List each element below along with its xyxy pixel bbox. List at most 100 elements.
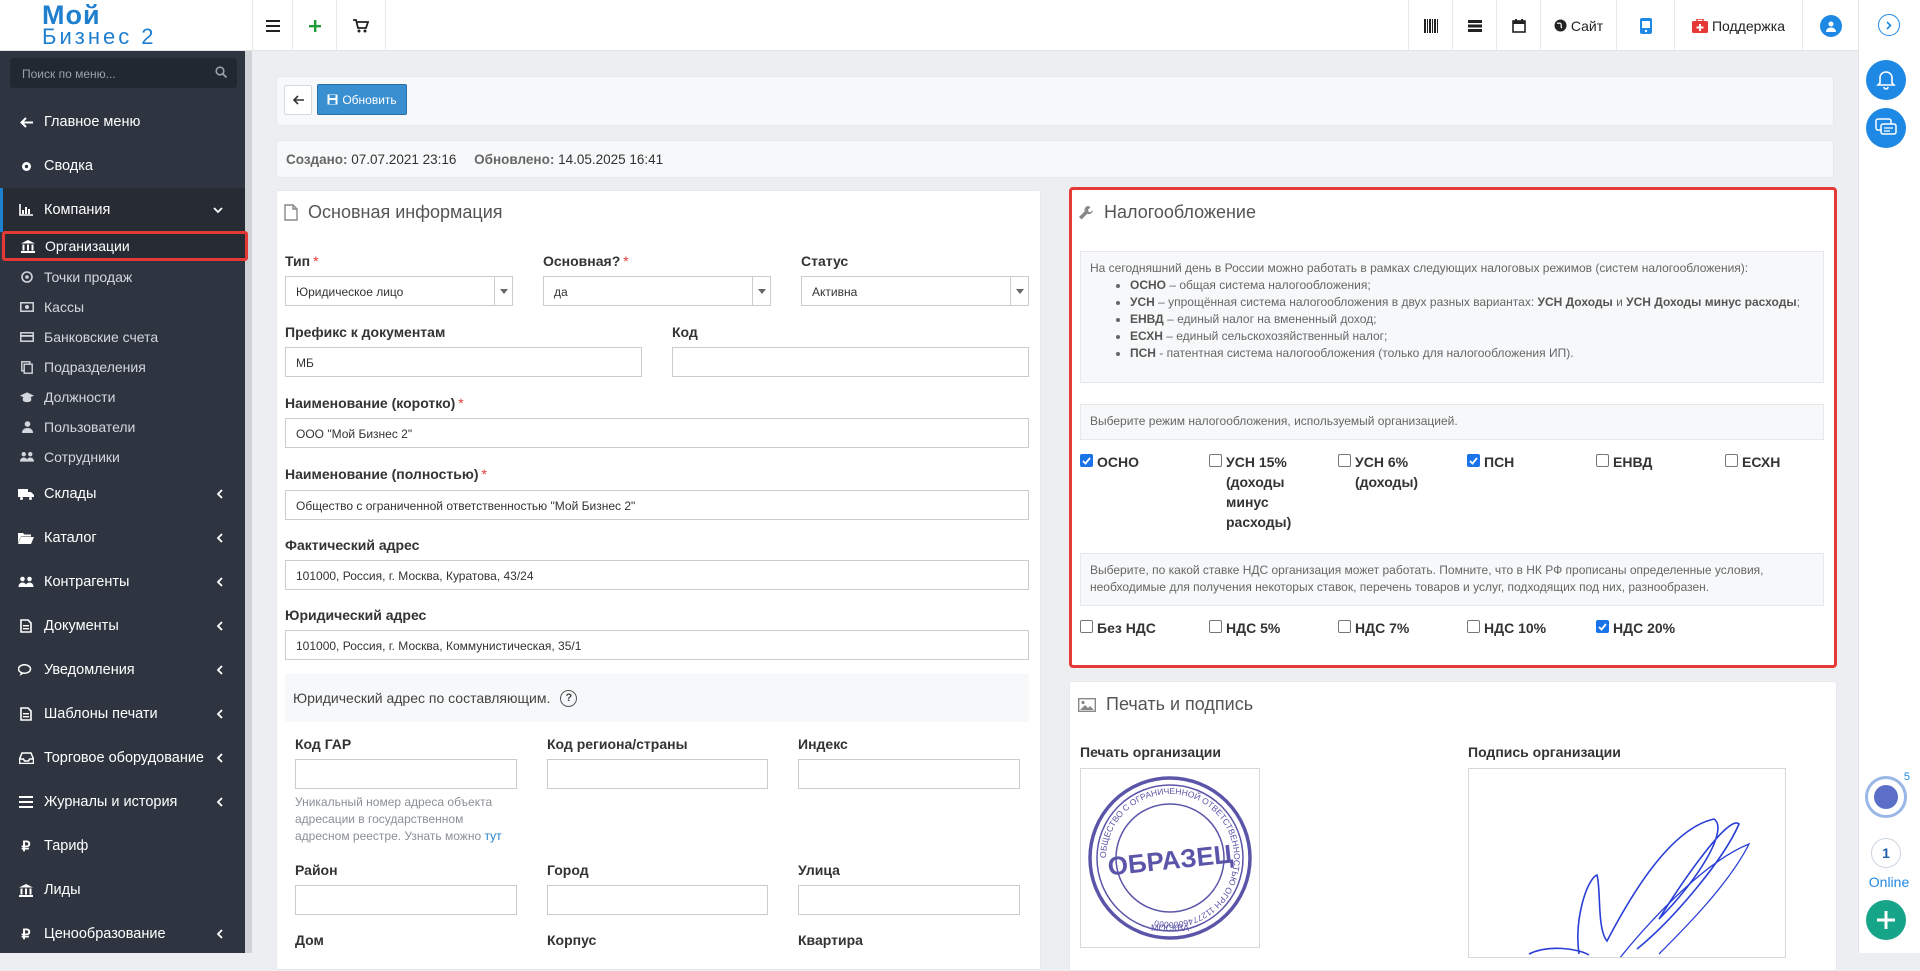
sidebar-subitem-sales-points[interactable]: Точки продаж [0, 262, 245, 292]
hamburger-icon [265, 19, 280, 32]
sidebar-item-journals-history[interactable]: Журналы и история [0, 780, 245, 824]
site-link[interactable]: Сайт [1540, 0, 1616, 51]
vat-10-checkbox[interactable]: НДС 10% [1467, 618, 1577, 638]
cart-icon [353, 18, 369, 32]
file-icon [284, 204, 298, 221]
sidebar-item-main-menu[interactable]: Главное меню [0, 100, 245, 144]
notifications-bell-button[interactable] [1866, 60, 1906, 100]
inbox-icon [18, 752, 34, 764]
checkbox-empty-icon [1596, 454, 1609, 467]
sidebar-item-summary[interactable]: Сводка [0, 144, 245, 188]
checkbox-empty-icon [1467, 620, 1480, 633]
sidebar-subitem-users[interactable]: Пользователи [0, 412, 245, 442]
stamp-image[interactable]: ОБЩЕСТВО С ОГРАНИЧЕННОЙ ОТВЕТСТВЕННОСТЬЮ… [1080, 768, 1260, 948]
gar-input[interactable] [295, 759, 517, 789]
short-name-input[interactable]: ООО "Мой Бизнес 2" [285, 418, 1029, 448]
phone-app-icon [1639, 17, 1652, 34]
vat-7-checkbox[interactable]: НДС 7% [1338, 618, 1448, 638]
regime-osno-checkbox[interactable]: ОСНО [1080, 452, 1190, 472]
help-icon[interactable]: ? [560, 689, 578, 707]
sidebar-item-company[interactable]: Компания [0, 188, 245, 232]
region-label: Код региона/страны [547, 736, 688, 752]
chevron-left-icon [216, 753, 223, 763]
vat-none-checkbox[interactable]: Без НДС [1080, 618, 1190, 638]
sidebar-subitem-departments[interactable]: Подразделения [0, 352, 245, 382]
online-label: Online [1868, 874, 1910, 890]
address-components-header: Юридический адрес по составляющим. ? [285, 674, 1029, 722]
cart-button[interactable] [336, 0, 386, 51]
ruble-icon: ₽ [21, 837, 31, 854]
code-input[interactable] [672, 347, 1029, 377]
regime-envd-checkbox[interactable]: ЕНВД [1596, 452, 1706, 472]
city-input[interactable] [547, 885, 768, 915]
regime-usn-info: УСН – упрощённая система налогообложения… [1130, 294, 1814, 311]
checkbox-empty-icon [1725, 454, 1738, 467]
regime-psn-checkbox[interactable]: ПСН [1467, 452, 1577, 472]
sidebar-item-tariff[interactable]: ₽ Тариф [0, 824, 245, 868]
online-counter[interactable]: 1 [1871, 838, 1901, 868]
chat-button[interactable] [1866, 108, 1906, 148]
sidebar-scrollbar[interactable] [245, 51, 252, 953]
meta-panel: Создано: 07.07.2021 23:16 Обновлено: 14.… [276, 140, 1834, 178]
regime-psn-info: ПСН - патентная система налогообложения … [1130, 345, 1814, 362]
signature-image[interactable] [1468, 768, 1786, 958]
assistant-widget[interactable]: 5 [1865, 771, 1910, 818]
legal-address-input[interactable]: 101000, Россия, г. Москва, Коммунистичес… [285, 630, 1029, 660]
regime-usn15-checkbox[interactable]: УСН 15% (доходы минус расходы) [1209, 452, 1319, 532]
checkbox-checked-icon [1080, 454, 1093, 467]
collapse-right-button[interactable] [1878, 14, 1900, 36]
sidebar-item-print-templates[interactable]: Шаблоны печати [0, 692, 245, 736]
profile-button[interactable] [1802, 0, 1858, 51]
sidebar-item-trade-equipment[interactable]: Торговое оборудование [0, 736, 245, 780]
sidebar-item-counterparties[interactable]: Контрагенты [0, 560, 245, 604]
chevron-right-icon [1886, 20, 1892, 30]
checkbox-empty-icon [1209, 454, 1222, 467]
add-button[interactable] [292, 0, 336, 51]
calendar-button[interactable] [1496, 0, 1540, 51]
primary-select[interactable]: да [543, 276, 771, 306]
sidebar-item-documents[interactable]: Документы [0, 604, 245, 648]
sidebar-item-pricing[interactable]: ₽ Ценообразование [0, 912, 245, 956]
bank-icon [21, 239, 35, 253]
sidebar-subitem-positions[interactable]: Должности [0, 382, 245, 412]
district-input[interactable] [295, 885, 517, 915]
prefix-input[interactable]: МБ [285, 347, 642, 377]
sidebar-subitem-organizations[interactable]: Организации [2, 231, 248, 261]
chevron-left-icon [216, 797, 223, 807]
refresh-button[interactable]: Обновить [317, 84, 407, 115]
target-icon [21, 271, 33, 283]
full-name-input[interactable]: Общество с ограниченной ответственностью… [285, 490, 1029, 520]
app-button[interactable] [1616, 0, 1674, 51]
street-input[interactable] [798, 885, 1020, 915]
region-input[interactable] [547, 759, 768, 789]
quick-add-button[interactable] [1866, 900, 1906, 940]
checkbox-empty-icon [1338, 620, 1351, 633]
gar-hint-link[interactable]: тут [484, 829, 501, 843]
sidebar-item-leads[interactable]: Лиды [0, 868, 245, 912]
bank-icon [19, 883, 33, 897]
type-select[interactable]: Юридическое лицо [285, 276, 513, 306]
index-input[interactable] [798, 759, 1020, 789]
sidebar-item-catalog[interactable]: Каталог [0, 516, 245, 560]
sidebar-item-notifications[interactable]: Уведомления [0, 648, 245, 692]
vat-5-checkbox[interactable]: НДС 5% [1209, 618, 1319, 638]
barcode-button[interactable] [1408, 0, 1452, 51]
regime-usn6-checkbox[interactable]: УСН 6% (доходы) [1338, 452, 1448, 492]
created-value: 07.07.2021 23:16 [351, 152, 457, 167]
status-select[interactable]: Активна [801, 276, 1029, 306]
updated-value: 14.05.2025 16:41 [558, 152, 664, 167]
menu-toggle-button[interactable] [252, 0, 292, 51]
sidebar-subitem-bank-accounts[interactable]: Банковские счета [0, 322, 245, 352]
logo[interactable]: Мой Бизнес 2 [0, 0, 252, 51]
tax-title: Налогообложение [1078, 202, 1256, 223]
sidebar-subitem-cash-registers[interactable]: Кассы [0, 292, 245, 322]
list-button[interactable] [1452, 0, 1496, 51]
actual-address-input[interactable]: 101000, Россия, г. Москва, Куратова, 43/… [285, 560, 1029, 590]
sidebar-subitem-employees[interactable]: Сотрудники [0, 442, 245, 472]
sidebar-item-warehouses[interactable]: Склады [0, 472, 245, 516]
regime-eshn-checkbox[interactable]: ЕСХН [1725, 452, 1825, 472]
support-button[interactable]: Поддержка [1674, 0, 1802, 51]
back-button[interactable] [284, 85, 312, 115]
menu-search-input[interactable]: Поиск по меню... [10, 58, 237, 88]
vat-20-checkbox[interactable]: НДС 20% [1596, 618, 1706, 638]
